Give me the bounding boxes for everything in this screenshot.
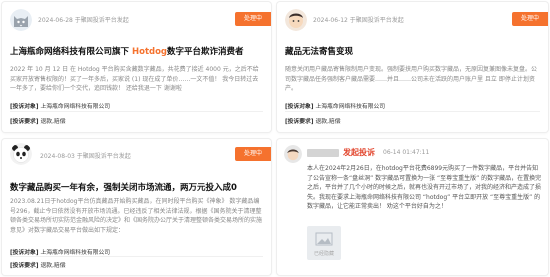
user-avatar-face-icon (284, 145, 302, 163)
image-caption: 已经隐藏 (313, 251, 334, 257)
complaint-target-label: [投诉对象] (285, 104, 314, 110)
complaint-card-2[interactable]: 2024-06-12 于聚固投诉平台发起 处理中 藏品无法寄售变现 随意关闭用户… (277, 2, 548, 132)
complaint-demand-row: [投诉要求] 退款,赔偿 (285, 116, 341, 125)
card-date: 2024-08-03 (40, 153, 75, 160)
user-avatar-face-icon (285, 9, 307, 31)
complaint-demand-value: 退款,赔偿 (315, 119, 341, 125)
complaint-target-row: [投诉对象] 上海瓶命网络科技有限公司 (10, 101, 110, 110)
card-title[interactable]: 上海瓶命网络科技有限公司旗下 Hotdog数字平台欺诈消费者 (10, 45, 244, 57)
card-date-source: 2024-06-28 于聚固投诉平台发起 (38, 15, 129, 24)
complaint-detail-card: 发起投诉 06-14 01:47:11 本人在2024年2月26日，在hotdo… (277, 139, 548, 275)
card-summary: 随意关闭用户藏品寄售限制用户变现。强制要挟用户购买数字藏品，无原因复兼图像未复盘… (285, 66, 538, 92)
card-summary: 2023.08.21日于hotdog平台仿真藏品开始购买藏品，在同时段平台购买《… (10, 198, 263, 234)
complaint-body: 本人在2024年2月26日，在hotdog平台花费6899元购买了一件数字藏品，… (307, 165, 542, 210)
user-avatar-cat-icon (10, 9, 32, 31)
card-date-source: 2024-08-03 于聚固投诉平台发起 (40, 151, 131, 160)
status-badge: 处理中 (234, 147, 271, 161)
complaint-image-thumbnail[interactable]: 已经隐藏 (307, 226, 341, 260)
divider (285, 111, 540, 112)
divider (10, 111, 263, 112)
sender-name-redacted (307, 149, 339, 157)
complaint-tag: 发起投诉 (343, 148, 375, 157)
card-source: 于聚固投诉平台发起 (76, 153, 131, 160)
complaint-demand-label: [投诉要求] (10, 263, 39, 269)
user-avatar-panda-icon (10, 143, 32, 165)
complaint-time: 06-14 01:47:11 (383, 149, 430, 156)
status-badge: 处理中 (511, 12, 548, 26)
divider (10, 256, 263, 257)
title-highlight: Hotdog (131, 47, 168, 57)
card-title[interactable]: 数字藏品购买一年有余，强制关闭市场流通，两万元投入成0 (10, 181, 237, 193)
complaint-target-value: 上海瓶命网络科技有限公司 (315, 104, 386, 110)
card-date: 2024-06-28 (38, 17, 73, 24)
complaint-target-row: [投诉对象] 上海瓶命网络科技有限公司 (10, 247, 110, 256)
card-summary: 2022 年 10 月 12 日 在 Hotdog 平台购买含藏数字藏品，共花费… (10, 66, 259, 92)
complaint-demand-value: 退款,赔偿 (40, 263, 66, 269)
complaint-card-1[interactable]: 2024-06-28 于聚固投诉平台发起 处理中 上海瓶命网络科技有限公司旗下 … (2, 2, 271, 132)
complaint-target-row: [投诉对象] 上海瓶命网络科技有限公司 (285, 101, 385, 110)
title-prefix: 上海瓶命网络科技有限公司旗下 (10, 47, 130, 57)
status-badge: 处理中 (234, 12, 271, 26)
card-date: 2024-06-12 (313, 17, 348, 24)
complaint-demand-label: [投诉要求] (285, 119, 314, 125)
complaint-demand-label: [投诉要求] (10, 119, 39, 125)
card-date-source: 2024-06-12 于聚固投诉平台发起 (313, 15, 404, 24)
card-title[interactable]: 藏品无法寄售变现 (285, 45, 353, 57)
complaint-card-3[interactable]: 2024-08-03 于聚固投诉平台发起 处理中 数字藏品购买一年有余，强制关闭… (2, 139, 271, 275)
card-source: 于聚固投诉平台发起 (349, 17, 404, 24)
complaint-demand-row: [投诉要求] 退款,赔偿 (10, 116, 66, 125)
card-source: 于聚固投诉平台发起 (74, 17, 129, 24)
complaint-target-label: [投诉对象] (10, 104, 39, 110)
complaint-target-value: 上海瓶命网络科技有限公司 (40, 104, 111, 110)
complaint-demand-row: [投诉要求] 退款,赔偿 (10, 260, 66, 269)
title-suffix: 数字平台欺诈消费者 (167, 47, 244, 57)
complaint-demand-value: 退款,赔偿 (40, 119, 66, 125)
